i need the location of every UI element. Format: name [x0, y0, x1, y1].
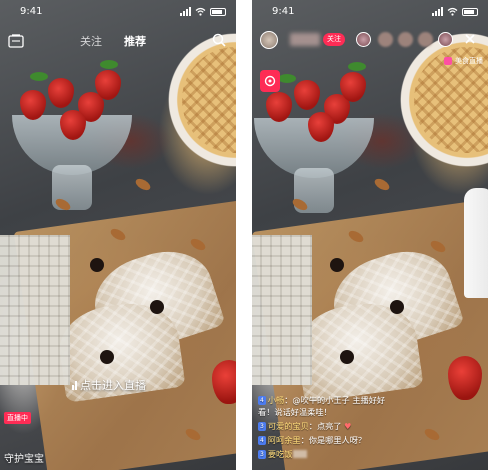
gift-badge[interactable]	[260, 70, 280, 92]
status-time: 9:41	[20, 6, 43, 17]
blurred-text	[293, 450, 308, 458]
live-status-badge: 直播中	[4, 412, 31, 424]
user-level-badge: 3	[258, 450, 266, 459]
comment-item: 4 阿呵余里：你是哪里人呀？	[258, 435, 367, 445]
leaf-image	[278, 74, 296, 83]
comment-user[interactable]: 要吃饭	[268, 449, 293, 459]
viewer-avatar[interactable]	[378, 32, 393, 47]
status-icons	[180, 7, 226, 16]
milk-glass-image	[464, 188, 488, 298]
viewer-avatar[interactable]	[398, 32, 413, 47]
comment-user[interactable]: 小畅	[268, 395, 284, 405]
comment-text: 点亮了	[316, 421, 342, 431]
status-time: 9:41	[272, 6, 295, 17]
strawberry-image	[340, 72, 366, 102]
battery-icon	[462, 7, 478, 16]
viewer-avatar[interactable]	[418, 32, 433, 47]
status-icons	[432, 7, 478, 16]
waffle-plate-image	[160, 25, 236, 175]
live-room-screen[interactable]: 9:41 关注 美食直播 4 小畅：@吹牛的小王子 主播好好看！说话好温柔哇！ …	[252, 0, 488, 470]
tab-recommended[interactable]: 推荐	[124, 33, 146, 49]
user-level-badge: 4	[258, 396, 266, 405]
live-header: 关注	[260, 30, 482, 50]
live-bars-icon	[72, 380, 77, 390]
chocolate-drop-image	[90, 258, 104, 272]
search-icon[interactable]	[212, 33, 226, 47]
signal-icon	[180, 7, 191, 16]
chocolate-drop-image	[100, 350, 114, 364]
viewer-avatar[interactable]	[438, 32, 453, 47]
checkered-cloth-image	[252, 235, 312, 385]
almond-image	[133, 176, 153, 193]
comment-user[interactable]: 阿呵余里	[268, 435, 301, 445]
live-feed-screen[interactable]: 9:41 关注 推荐 点击进入直播 直播中 守护宝宝	[0, 0, 236, 470]
close-icon[interactable]	[464, 33, 476, 45]
chocolate-drop-image	[390, 300, 404, 314]
feed-tabs: 关注 推荐	[80, 33, 146, 49]
strawberry-image	[294, 80, 320, 110]
comment-user[interactable]: 可爱的宝贝	[268, 421, 309, 431]
viewer-avatar[interactable]	[356, 32, 371, 47]
streamer-avatar[interactable]	[260, 31, 278, 49]
leaf-image	[30, 72, 48, 81]
heart-icon: ♥	[344, 421, 352, 431]
user-level-badge: 4	[258, 436, 266, 445]
user-level-badge: 3	[258, 422, 266, 431]
comment-item: 4 小畅：@吹牛的小王子 主播好好看！说话好温柔哇！	[258, 395, 386, 417]
battery-icon	[210, 7, 226, 16]
chocolate-drop-image	[150, 300, 164, 314]
enter-live-button[interactable]: 点击进入直播	[72, 377, 146, 393]
hot-rank-label: 美食直播	[455, 57, 483, 65]
comment-feed: 4 小畅：@吹牛的小王子 主播好好看！说话好温柔哇！ 3 可爱的宝贝：点亮了 ♥ 4…	[258, 394, 398, 462]
hot-rank-tag[interactable]: 美食直播	[444, 56, 483, 66]
almond-image	[372, 176, 392, 193]
leaf-image	[348, 62, 366, 71]
wifi-icon	[447, 7, 458, 16]
streamer-name-blurred	[290, 33, 320, 46]
signal-icon	[432, 7, 443, 16]
comment-text: 你是哪里人呀？	[308, 435, 367, 445]
hot-icon	[444, 57, 452, 65]
guard-label: 守护宝宝	[4, 454, 44, 465]
chocolate-drop-image	[340, 350, 354, 364]
chocolate-drop-image	[330, 258, 344, 272]
comment-item: 3 要吃饭	[258, 448, 398, 460]
strawberry-image	[48, 78, 74, 108]
gift-icon	[264, 75, 276, 87]
enter-live-label: 点击进入直播	[80, 379, 146, 392]
strawberry-image	[95, 70, 121, 100]
leaf-image	[100, 60, 118, 69]
menu-icon[interactable]	[8, 34, 26, 48]
wifi-icon	[195, 7, 206, 16]
tab-following[interactable]: 关注	[80, 33, 102, 49]
status-bar: 9:41	[252, 6, 488, 20]
status-bar: 9:41	[0, 6, 236, 20]
follow-button[interactable]: 关注	[323, 33, 345, 46]
checkered-cloth-image	[0, 235, 70, 385]
comment-item: 3 可爱的宝贝：点亮了 ♥	[258, 421, 352, 431]
